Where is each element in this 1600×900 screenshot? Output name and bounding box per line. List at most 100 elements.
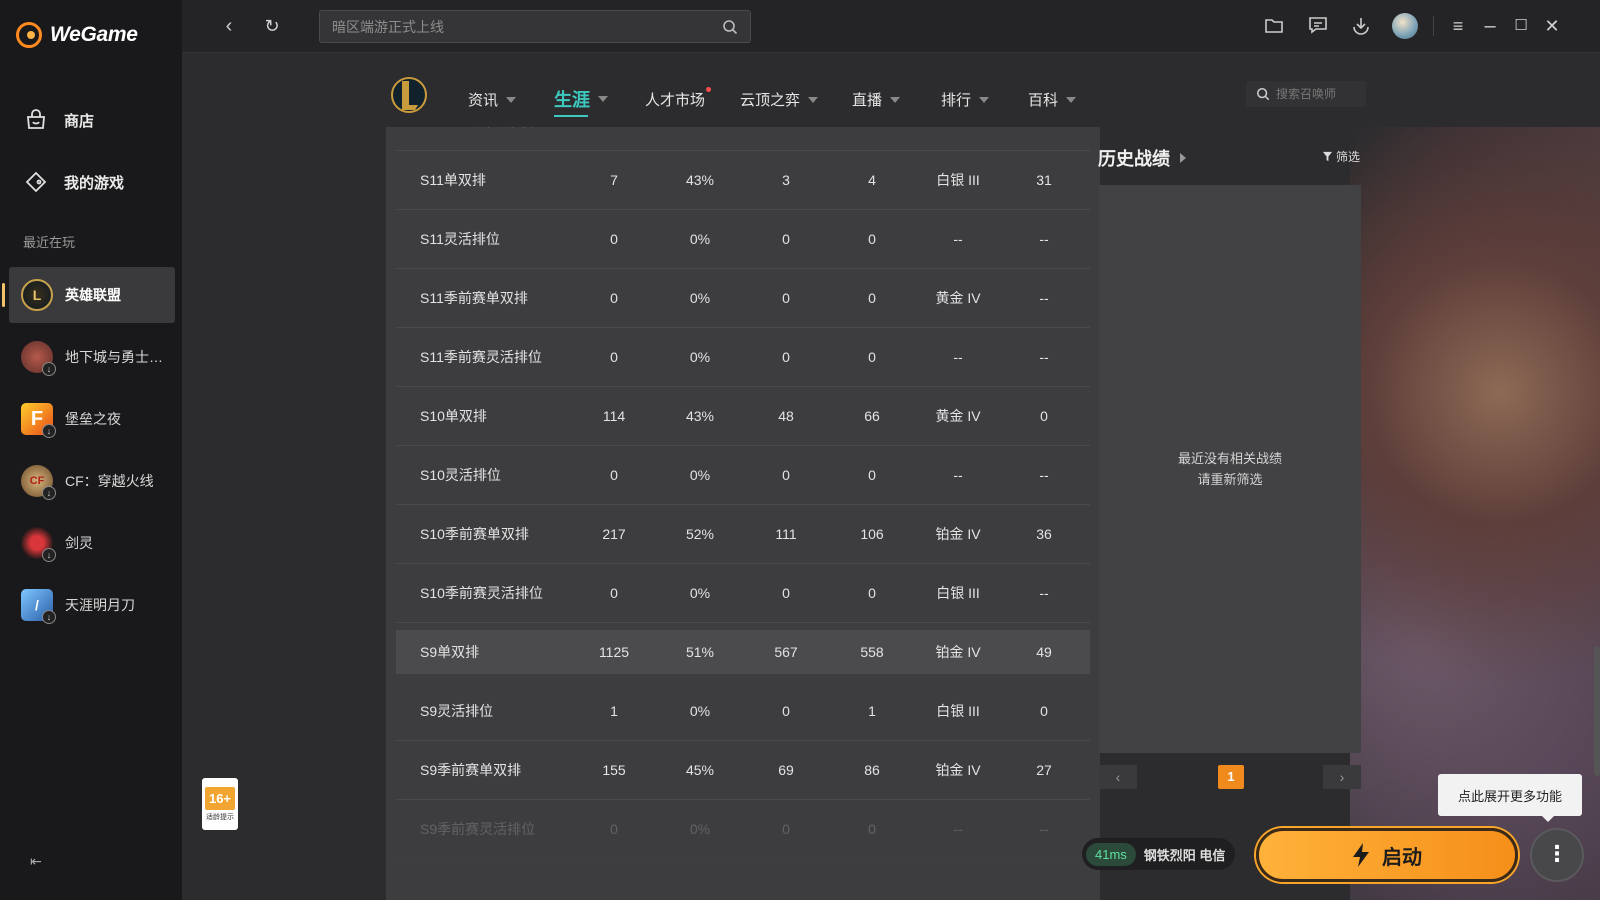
table-row[interactable]: S10灵活排位 0 0% 0 0 -- -- [396, 446, 1090, 505]
empty-message: 最近没有相关战绩 [1177, 451, 1282, 466]
next-page-button[interactable]: › [1323, 765, 1361, 789]
game-item-dnf[interactable]: ↓ 地下城与勇士：... [9, 329, 175, 385]
table-row[interactable]: S11季前赛单双排 0 0% 0 0 黄金 IV -- [396, 269, 1090, 328]
tab-live[interactable]: 直播 [852, 89, 901, 110]
chat-icon[interactable] [1306, 14, 1330, 38]
game-item-label: 堡垒之夜 [65, 411, 121, 427]
table-row[interactable]: S9季前赛单双排 155 45% 69 86 铂金 IV 27 [396, 741, 1090, 800]
chevron-down-icon [890, 96, 901, 103]
search-icon[interactable] [722, 19, 738, 35]
main: ‹ ↻ ≡ – ☐ ✕ 资讯 生涯 人才市场 云顶之弈 直播 排行 百科 [182, 0, 1600, 900]
fortnite-icon: F ↓ [21, 403, 56, 438]
tab-news[interactable]: 资讯 [468, 89, 517, 110]
table-row[interactable]: S9季前赛灵活排位 0 0% 0 0 -- -- [396, 800, 1090, 859]
stat-cell: 铂金 IV [935, 526, 981, 542]
history-title[interactable]: 历史战绩 [1098, 145, 1186, 171]
game-item-lol[interactable]: L 英雄联盟 [2, 267, 175, 323]
table-row[interactable]: S12季前赛灵活排位00%00---- [396, 127, 1090, 151]
tab-career[interactable]: 生涯 [554, 86, 608, 117]
stat-cell: 0 [782, 231, 790, 247]
close-icon[interactable]: ✕ [1540, 14, 1564, 38]
global-search-input[interactable] [332, 18, 722, 35]
scrollbar[interactable] [1594, 646, 1600, 776]
pagination: ‹ 1 › [1099, 765, 1361, 789]
game-nav-bar: 资讯 生涯 人才市场 云顶之弈 直播 排行 百科 [182, 53, 1600, 127]
server-selector[interactable]: 41ms 钢铁烈阳 电信 [1082, 838, 1236, 870]
tab-wiki[interactable]: 百科 [1028, 89, 1077, 110]
maximize-icon[interactable]: ☐ [1509, 14, 1533, 38]
game-item-label: 英雄联盟 [65, 287, 121, 303]
game-item-label: 天涯明月刀 [65, 597, 135, 613]
game-item-cf[interactable]: CF ↓ CF：穿越火线 [9, 453, 175, 509]
global-search[interactable] [319, 10, 751, 43]
table-row[interactable]: S11单双排 7 43% 3 4 白银 III 31 [396, 151, 1090, 210]
avatar[interactable] [1392, 13, 1418, 39]
wegame-logo[interactable]: WeGame [16, 22, 138, 48]
tab-career-label: 生涯 [554, 90, 590, 110]
collapse-sidebar-icon[interactable]: ⇤ [30, 853, 46, 869]
stat-cell: 0 [610, 231, 618, 247]
stat-cell: 0 [868, 290, 876, 306]
stat-cell: 69 [778, 762, 794, 778]
lightning-icon [1353, 843, 1369, 867]
stat-cell: 0 [782, 290, 790, 306]
queue-name-cell: S9季前赛灵活排位 [420, 821, 536, 837]
launch-button[interactable]: 启动 [1256, 828, 1518, 882]
download-manager-icon[interactable] [1349, 14, 1373, 38]
chevron-right-icon [1180, 153, 1186, 163]
menu-icon[interactable]: ≡ [1446, 14, 1470, 38]
minimize-icon[interactable]: – [1478, 14, 1502, 38]
tab-ranking[interactable]: 排行 [941, 89, 990, 110]
game-item-bns[interactable]: ↓ 剑灵 [9, 515, 175, 571]
stat-cell: -- [1039, 467, 1049, 483]
summoner-search[interactable] [1246, 81, 1366, 107]
queue-name-cell: S10单双排 [420, 408, 487, 424]
back-icon[interactable]: ‹ [217, 14, 241, 38]
table-row[interactable]: S9单双排 1125 51% 567 558 铂金 IV 49 [396, 630, 1090, 674]
stat-cell: -- [1039, 585, 1049, 601]
stat-cell: -- [953, 349, 963, 365]
stat-cell: 114 [602, 408, 626, 424]
current-page[interactable]: 1 [1218, 765, 1244, 789]
nav-my-games-label: 我的游戏 [64, 174, 125, 192]
table-row[interactable]: S9灵活排位 1 0% 0 1 白银 III 0 [396, 682, 1090, 741]
prev-page-button[interactable]: ‹ [1099, 765, 1137, 789]
stat-cell: 0% [657, 127, 743, 129]
summoner-search-input[interactable] [1276, 87, 1356, 101]
stat-cell: 43% [685, 408, 715, 424]
stat-cell: 0% [689, 703, 711, 719]
folder-icon[interactable] [1262, 14, 1286, 38]
table-row[interactable]: S10季前赛单双排 217 52% 111 106 铂金 IV 36 [396, 505, 1090, 564]
stat-cell: 铂金 IV [935, 762, 981, 778]
stat-cell: 0% [689, 821, 711, 837]
stat-cell: 52% [685, 526, 715, 542]
tab-talent-market[interactable]: 人才市场 [645, 87, 712, 110]
lol-icon: L [21, 279, 53, 311]
stat-cell: 49 [1036, 644, 1052, 660]
tab-tft[interactable]: 云顶之弈 [740, 89, 819, 110]
refresh-icon[interactable]: ↻ [260, 14, 284, 38]
queue-name-cell: S11灵活排位 [420, 231, 500, 247]
more-options-icon[interactable]: ⋮ [1530, 828, 1584, 882]
nav-my-games[interactable]: 我的游戏 [24, 170, 124, 194]
stat-cell: 铂金 IV [935, 644, 981, 660]
history-title-label: 历史战绩 [1098, 149, 1170, 169]
game-item-fortnite[interactable]: F ↓ 堡垒之夜 [9, 391, 175, 447]
table-row[interactable]: S11灵活排位 0 0% 0 0 -- -- [396, 210, 1090, 269]
lol-logo-icon[interactable] [390, 73, 428, 115]
stat-cell: 0 [868, 467, 876, 483]
stat-cell: -- [915, 127, 1001, 129]
download-icon: ↓ [42, 362, 56, 376]
filter-button[interactable]: 筛选 [1322, 148, 1360, 165]
tab-wiki-label: 百科 [1028, 92, 1059, 109]
chevron-down-icon [1066, 96, 1077, 103]
background-art [1350, 53, 1600, 900]
nav-store[interactable]: 商店 [24, 108, 94, 132]
game-item-moonlight-blade[interactable]: / ↓ 天涯明月刀 [9, 577, 175, 633]
table-row[interactable]: S11季前赛灵活排位 0 0% 0 0 -- -- [396, 328, 1090, 387]
table-row[interactable]: S10单双排 114 43% 48 66 黄金 IV 0 [396, 387, 1090, 446]
table-row[interactable]: S10季前赛灵活排位 0 0% 0 0 白银 III -- [396, 564, 1090, 623]
stat-cell: 白银 III [936, 703, 980, 719]
launch-button-label: 启动 [1382, 846, 1422, 869]
stat-cell: 0 [610, 585, 618, 601]
